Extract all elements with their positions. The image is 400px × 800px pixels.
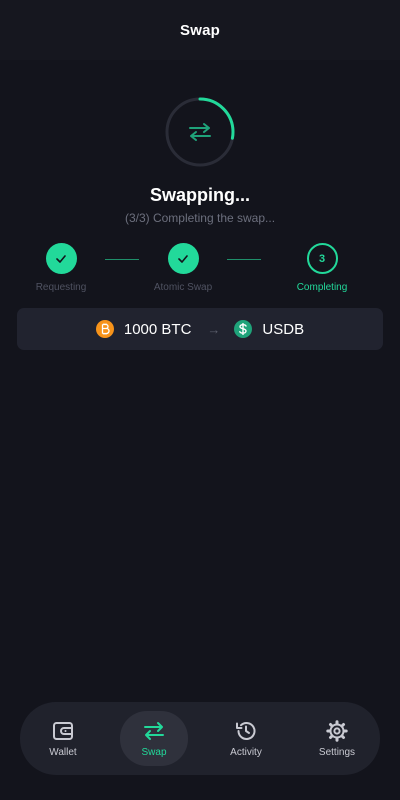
header-bar: Swap: [0, 0, 400, 60]
step-number: 3: [306, 243, 338, 274]
from-amount: 1000 BTC: [123, 320, 192, 338]
arrow-right-icon: →: [207, 321, 221, 337]
step-atomic-swap: Atomic Swap: [133, 243, 233, 293]
nav-item-wallet[interactable]: Wallet: [29, 711, 97, 766]
status-title: Swapping...: [149, 185, 250, 205]
step-label: Requesting: [35, 282, 87, 293]
bottom-nav: Wallet Swap Activity Settings: [20, 702, 380, 775]
progress-spinner: [164, 96, 236, 168]
swap-pair-card: 1000 BTC → USDB: [17, 308, 383, 350]
step-progress: Requesting Atomic Swap 3 Completing: [0, 243, 400, 293]
wallet-icon: [51, 719, 75, 743]
step-completing: 3 Completing: [272, 243, 372, 293]
nav-label: Swap: [141, 747, 167, 758]
nav-item-swap[interactable]: Swap: [120, 711, 188, 766]
page-title: Swap: [180, 21, 220, 39]
nav-item-activity[interactable]: Activity: [212, 711, 280, 766]
nav-item-settings[interactable]: Settings: [303, 711, 371, 766]
nav-label: Activity: [230, 747, 262, 758]
gear-icon: [325, 719, 349, 743]
swap-arrows-icon: [164, 96, 236, 168]
status-subtitle: (3/3) Completing the swap...: [124, 211, 276, 225]
nav-label: Wallet: [49, 747, 77, 758]
step-label: Completing: [296, 282, 348, 293]
app-root: Swap Swapping... (3/3) Completing the sw…: [0, 0, 400, 800]
step-check-icon: [167, 243, 199, 274]
dollar-coin-icon: [234, 320, 253, 338]
step-check-icon: [45, 243, 77, 274]
step-requesting: Requesting: [11, 243, 111, 293]
history-icon: [234, 719, 258, 743]
bitcoin-icon: [95, 320, 114, 338]
step-label: Atomic Swap: [153, 282, 213, 293]
nav-label: Settings: [318, 747, 356, 758]
to-token: USDB: [262, 320, 305, 338]
swap-arrows-icon: [142, 719, 166, 743]
